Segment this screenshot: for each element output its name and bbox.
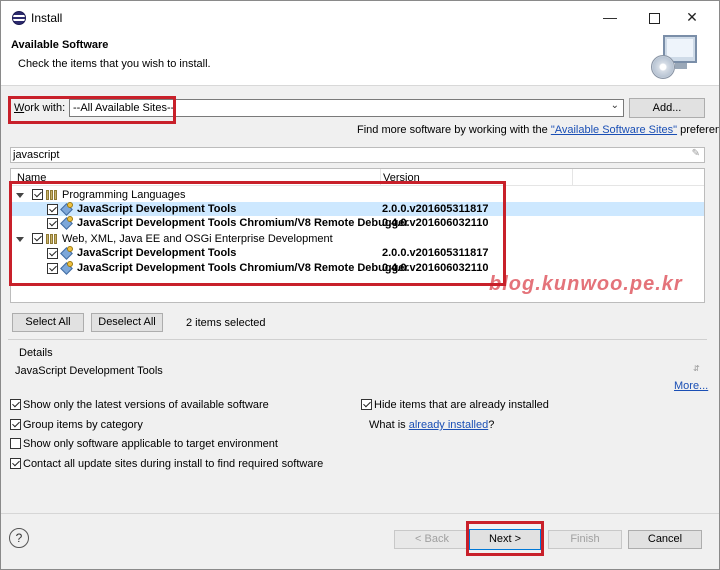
what-is-text: What is already installed? <box>369 419 495 431</box>
hide-installed-label: Hide items that are already installed <box>374 399 549 411</box>
maximize-icon[interactable] <box>639 5 669 29</box>
item-checkbox[interactable] <box>47 248 58 259</box>
more-link[interactable]: More... <box>674 380 708 392</box>
details-label: Details <box>18 347 54 359</box>
close-icon[interactable]: ✕ <box>677 5 707 29</box>
group-checkbox[interactable] <box>32 189 43 200</box>
eclipse-icon <box>12 11 26 25</box>
chevron-down-icon[interactable]: ⌄ <box>611 100 619 111</box>
category-icon <box>46 234 60 244</box>
dialog-header: Available Software Check the items that … <box>1 33 719 86</box>
already-installed-link[interactable]: already installed <box>409 419 489 431</box>
item-checkbox[interactable] <box>47 218 58 229</box>
window-title: Install <box>31 11 63 25</box>
feature-icon <box>61 216 74 229</box>
page-title: Available Software <box>11 39 109 51</box>
column-version[interactable]: Version <box>383 172 420 184</box>
item-name: JavaScript Development Tools <box>77 247 237 259</box>
selection-status: 2 items selected <box>186 317 266 329</box>
column-name[interactable]: Name <box>17 172 46 184</box>
tree-group-row[interactable]: Programming Languages <box>11 188 704 202</box>
title-bar: Install — ✕ <box>1 1 719 33</box>
table-header: Name Version <box>11 169 704 186</box>
target-environment-checkbox[interactable] <box>10 438 21 449</box>
available-software-sites-link[interactable]: "Available Software Sites" <box>551 124 677 136</box>
feature-icon <box>61 202 74 215</box>
group-by-category-checkbox[interactable] <box>10 419 21 430</box>
item-version: 2.0.0.v201605311817 <box>382 203 489 215</box>
item-version: 0.4.0.v201606032110 <box>382 217 489 229</box>
feature-icon <box>61 261 74 274</box>
item-name: JavaScript Development Tools Chromium/V8… <box>77 262 409 274</box>
feature-icon <box>61 246 74 259</box>
group-label: Programming Languages <box>62 189 186 201</box>
item-version: 2.0.0.v201605311817 <box>382 247 489 259</box>
group-checkbox[interactable] <box>32 233 43 244</box>
details-text: JavaScript Development Tools <box>15 365 163 377</box>
latest-versions-checkbox[interactable] <box>10 399 21 410</box>
latest-versions-label: Show only the latest versions of availab… <box>23 399 269 411</box>
footer-divider <box>1 513 719 514</box>
work-with-value: --All Available Sites-- <box>73 102 175 114</box>
item-checkbox[interactable] <box>47 204 58 215</box>
deselect-all-button[interactable]: Deselect All <box>91 313 163 332</box>
group-by-category-label: Group items by category <box>23 419 143 431</box>
finish-button[interactable]: Finish <box>548 530 622 549</box>
expand-icon[interactable] <box>16 237 24 242</box>
cancel-button[interactable]: Cancel <box>628 530 702 549</box>
clear-filter-icon[interactable]: ✎ <box>692 148 700 159</box>
watermark: blog.kunwoo.pe.kr <box>489 273 683 295</box>
next-button[interactable]: Next > <box>469 529 541 550</box>
category-icon <box>46 190 60 200</box>
minimize-icon[interactable]: — <box>595 5 625 29</box>
help-icon[interactable]: ? <box>9 528 29 548</box>
page-subtitle: Check the items that you wish to install… <box>18 58 211 70</box>
install-banner-icon <box>651 35 701 81</box>
item-version: 0.4.0.v201606032110 <box>382 262 489 274</box>
item-name: JavaScript Development Tools Chromium/V8… <box>77 217 409 229</box>
contact-all-sites-checkbox[interactable] <box>10 458 21 469</box>
hide-installed-checkbox[interactable] <box>361 399 372 410</box>
tree-group-row[interactable]: Web, XML, Java EE and OSGi Enterprise De… <box>11 232 704 246</box>
details-section: Details JavaScript Development Tools ⇵ M… <box>8 339 708 396</box>
group-label: Web, XML, Java EE and OSGi Enterprise De… <box>62 233 333 245</box>
work-with-label: Work with: <box>14 102 66 114</box>
target-environment-label: Show only software applicable to target … <box>23 438 278 450</box>
select-all-button[interactable]: Select All <box>12 313 84 332</box>
item-name: JavaScript Development Tools <box>77 203 237 215</box>
item-checkbox[interactable] <box>47 263 58 274</box>
filter-input[interactable]: javascript ✎ <box>10 147 705 163</box>
table-row[interactable]: JavaScript Development Tools Chromium/V8… <box>11 216 704 230</box>
software-tree: Name Version Programming Languages JavaS… <box>10 168 705 303</box>
table-row[interactable]: JavaScript Development Tools 2.0.0.v2016… <box>11 246 704 260</box>
table-row[interactable]: JavaScript Development Tools 2.0.0.v2016… <box>11 202 704 216</box>
install-window: Install — ✕ Available Software Check the… <box>0 0 720 570</box>
add-button[interactable]: Add... <box>629 98 705 118</box>
back-button[interactable]: < Back <box>394 530 470 549</box>
scroll-arrows-icon[interactable]: ⇵ <box>693 364 700 373</box>
expand-icon[interactable] <box>16 193 24 198</box>
contact-all-sites-label: Contact all update sites during install … <box>23 458 324 470</box>
work-with-combo[interactable]: --All Available Sites-- ⌄ <box>69 99 624 117</box>
filter-value: javascript <box>13 149 60 161</box>
find-more-text: Find more software by working with the "… <box>357 124 719 136</box>
